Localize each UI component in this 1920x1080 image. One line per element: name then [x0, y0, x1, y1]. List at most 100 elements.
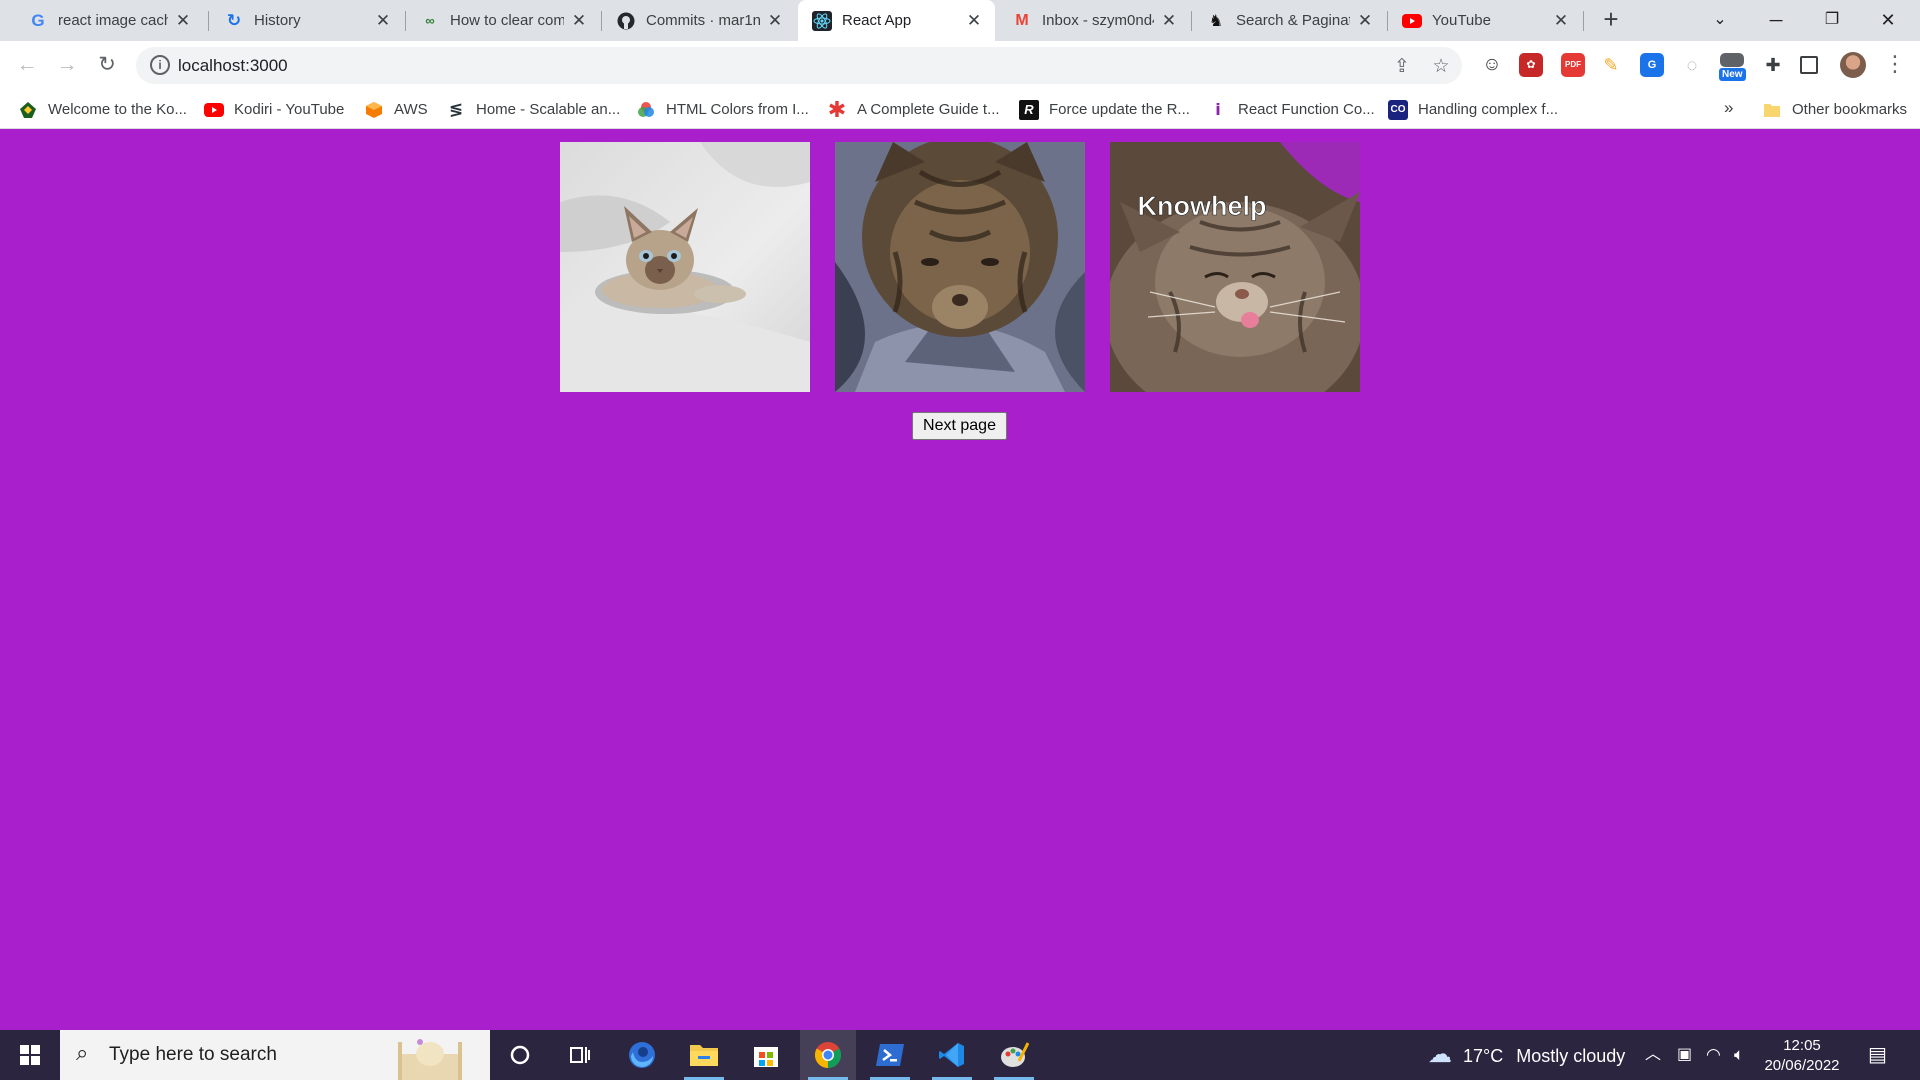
bookmark-aws[interactable]: AWS: [364, 90, 428, 129]
share-icon[interactable]: ⇪: [1390, 55, 1414, 78]
tab-title: React App: [842, 12, 912, 29]
cloud-weather-icon: ☁: [1428, 1041, 1452, 1068]
aws-cube-icon: [364, 100, 384, 120]
emoji-extension-icon[interactable]: ☺: [1480, 53, 1504, 77]
youtube-icon: [204, 100, 224, 120]
chrome-icon[interactable]: [800, 1030, 856, 1080]
tab-react-app[interactable]: React App ✕: [798, 0, 995, 41]
bookmark-label: Kodiri - YouTube: [234, 101, 345, 118]
address-bar[interactable]: i localhost:3000 ⇪ ☆: [136, 47, 1462, 84]
side-panel-icon[interactable]: [1800, 56, 1818, 74]
search-highlight-illustration: [398, 1039, 462, 1080]
tab-history[interactable]: ↻ History ✕: [210, 0, 404, 41]
close-tab-icon[interactable]: ✕: [766, 11, 784, 31]
tab-commits[interactable]: Commits · mar1n ✕: [602, 0, 796, 41]
task-view-icon[interactable]: [552, 1030, 608, 1080]
tab-inbox[interactable]: M Inbox - szym0nd4 ✕: [998, 0, 1190, 41]
close-tab-icon[interactable]: ✕: [1160, 11, 1178, 31]
firefox-icon[interactable]: [614, 1030, 670, 1080]
profile-avatar[interactable]: [1840, 52, 1866, 78]
cat-image-caption: Knowhelp: [1138, 191, 1267, 221]
bookmark-label: HTML Colors from I...: [666, 101, 809, 118]
close-tab-icon[interactable]: ✕: [965, 11, 983, 31]
clock-time: 12:05: [1783, 1037, 1821, 1054]
url-text[interactable]: localhost:3000: [178, 56, 288, 76]
react-icon: [812, 10, 832, 31]
close-tab-icon[interactable]: ✕: [374, 11, 392, 31]
highlighter-extension-icon[interactable]: ✎: [1599, 53, 1623, 77]
bookmark-label: Other bookmarks: [1792, 101, 1908, 118]
bookmark-force-update[interactable]: R Force update the R...: [1019, 90, 1190, 129]
close-tab-icon[interactable]: ✕: [570, 11, 588, 31]
close-tab-icon[interactable]: ✕: [1356, 11, 1374, 31]
restore-button[interactable]: ❐: [1804, 0, 1860, 41]
bookmark-kodiri-youtube[interactable]: Kodiri - YouTube: [204, 90, 344, 129]
scalable-icon: ≶: [448, 99, 464, 119]
tab-title: How to clear com: [450, 12, 564, 29]
translate-extension-icon[interactable]: G: [1640, 53, 1664, 77]
close-tab-icon[interactable]: ✕: [1552, 11, 1570, 31]
tab-how-to-clear[interactable]: ∞ How to clear com ✕: [406, 0, 600, 41]
bookmarks-bar: Welcome to the Ko... Kodiri - YouTube AW…: [0, 90, 1920, 129]
reload-button[interactable]: ↻: [91, 50, 123, 82]
bookmark-label: A Complete Guide t...: [857, 101, 1000, 118]
site-info-icon[interactable]: i: [150, 55, 170, 75]
cat-image-3: Knowhelp: [1110, 142, 1360, 392]
browser-menu-icon[interactable]: ⋮: [1884, 51, 1906, 77]
weather-widget[interactable]: ☁ 17°C Mostly cloudy: [1428, 1030, 1625, 1080]
notifications-icon[interactable]: ▤: [1868, 1030, 1887, 1080]
back-button[interactable]: ←: [11, 50, 43, 82]
extensions-puzzle-icon[interactable]: ✚: [1761, 53, 1785, 77]
volume-icon[interactable]: 🔈︎: [1734, 1030, 1744, 1080]
tab-title: YouTube: [1432, 12, 1491, 29]
bookmark-welcome-kodiri[interactable]: Welcome to the Ko...: [18, 90, 187, 129]
new-tab-button[interactable]: +: [1596, 5, 1626, 35]
bookmark-handling-complex[interactable]: CO Handling complex f...: [1388, 90, 1558, 129]
next-page-button[interactable]: Next page: [912, 412, 1007, 440]
tab-search-paginate[interactable]: ♞ Search & Paginat ✕: [1192, 0, 1386, 41]
vscode-icon[interactable]: [924, 1030, 980, 1080]
forward-button[interactable]: →: [51, 50, 83, 82]
weather-temp: 17°C: [1463, 1046, 1504, 1066]
file-explorer-icon[interactable]: [676, 1030, 732, 1080]
bookmark-home-scalable[interactable]: ≶ Home - Scalable an...: [446, 90, 620, 129]
asterisk-icon: ✱: [827, 96, 847, 122]
bookmark-complete-guide[interactable]: ✱ A Complete Guide t...: [827, 90, 1000, 129]
tab-youtube[interactable]: YouTube ✕: [1388, 0, 1582, 41]
tab-react-image-cache[interactable]: G react image cache ✕: [14, 0, 204, 41]
windows-start-button[interactable]: [12, 1042, 48, 1068]
bookmark-react-function[interactable]: ⅰ React Function Co...: [1208, 90, 1374, 129]
paw-extension-icon[interactable]: ✿: [1519, 53, 1543, 77]
bookmark-label: Home - Scalable an...: [476, 101, 621, 118]
bookmarks-overflow-chevron[interactable]: »: [1724, 98, 1733, 118]
timer-extension-icon[interactable]: ◌: [1680, 53, 1704, 77]
cortana-icon[interactable]: [492, 1030, 548, 1080]
bookmark-star-icon[interactable]: ☆: [1429, 55, 1453, 78]
meet-now-icon[interactable]: ▣: [1677, 1030, 1692, 1080]
new-badge: New: [1719, 68, 1746, 81]
github-icon: [616, 11, 636, 31]
powershell-icon[interactable]: [862, 1030, 918, 1080]
taskbar-clock[interactable]: 12:05 20/06/2022: [1760, 1036, 1844, 1076]
tab-strip: G react image cache ✕ ↻ History ✕ ∞ How …: [0, 0, 1920, 41]
sheriff-icon: ♞: [1208, 12, 1224, 30]
new-extension-icon[interactable]: [1720, 53, 1744, 67]
tab-title: History: [254, 12, 301, 29]
bookmark-html-colors[interactable]: HTML Colors from I...: [636, 90, 809, 129]
close-window-button[interactable]: ✕: [1860, 0, 1916, 41]
browser-toolbar: ← → ↻ i localhost:3000 ⇪ ☆ ☺ ✿ PDF ✎ G ◌…: [0, 41, 1920, 90]
taskbar-search-box[interactable]: ⌕ Type here to search: [60, 1030, 490, 1080]
show-hidden-icons-chevron[interactable]: ︿: [1645, 1030, 1661, 1080]
network-wifi-icon[interactable]: ◠: [1706, 1030, 1721, 1080]
gmail-icon: M: [1015, 11, 1029, 29]
paint-icon[interactable]: [986, 1030, 1042, 1080]
bookmark-label: Handling complex f...: [1418, 101, 1559, 118]
co-logo-icon: CO: [1388, 99, 1408, 120]
close-tab-icon[interactable]: ✕: [174, 11, 192, 31]
search-placeholder: Type here to search: [109, 1044, 277, 1065]
tab-search-chevron-icon[interactable]: ⌄: [1692, 0, 1748, 41]
pdf-extension-icon[interactable]: PDF: [1561, 53, 1585, 77]
minimize-button[interactable]: ─: [1748, 0, 1804, 41]
other-bookmarks-folder[interactable]: Other bookmarks: [1762, 90, 1907, 129]
store-icon[interactable]: [738, 1030, 794, 1080]
